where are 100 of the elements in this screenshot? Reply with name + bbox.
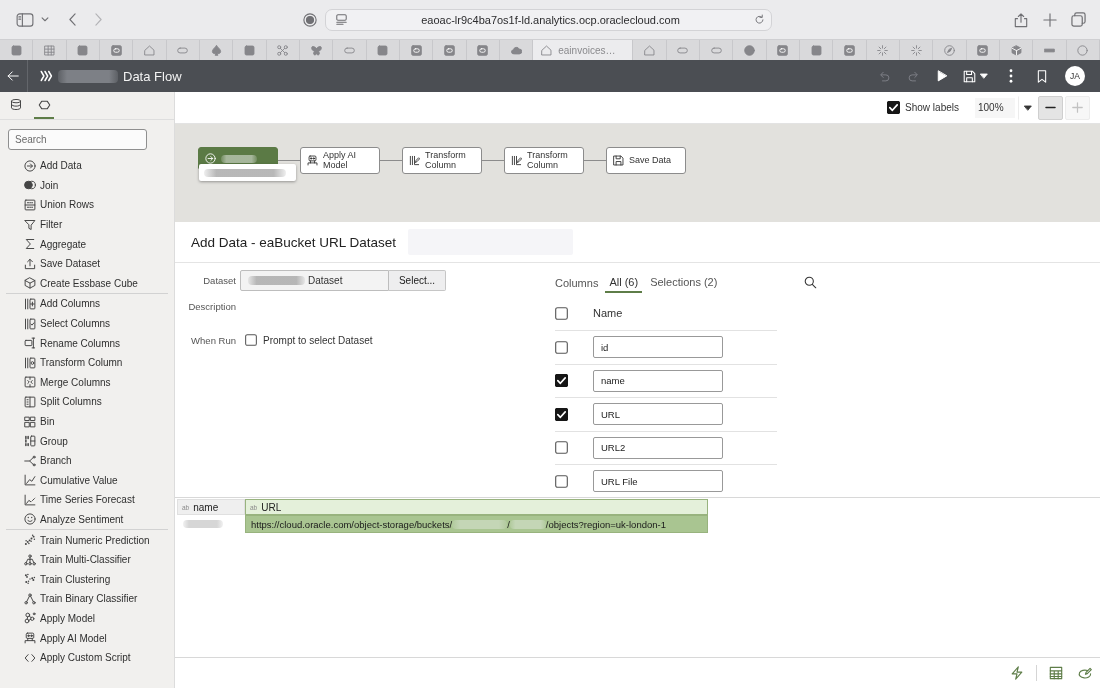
arrow-circle-icon bbox=[24, 159, 36, 172]
field-label: When Run bbox=[190, 334, 236, 346]
flow-node[interactable]: Save Data bbox=[606, 147, 686, 174]
step-item[interactable]: Transform Column bbox=[6, 352, 168, 373]
forecast-chart-icon bbox=[24, 493, 36, 506]
page-icon bbox=[336, 14, 347, 25]
blurred-text bbox=[58, 69, 118, 83]
ring-icon bbox=[1077, 44, 1089, 56]
filter-tab[interactable]: All (6) bbox=[605, 272, 643, 293]
bins-icon bbox=[24, 415, 36, 428]
rows-icon bbox=[24, 199, 36, 211]
checkbox[interactable] bbox=[555, 474, 568, 488]
zoom-field[interactable]: 100% bbox=[975, 97, 1015, 118]
address-field[interactable]: eaoac-lr9c4ba7os1f-ld.analytics.ocp.oraclecloud.com bbox=[325, 8, 772, 31]
compass-icon bbox=[943, 44, 955, 56]
step-item[interactable]: Add Columns bbox=[6, 294, 168, 314]
caret-icon[interactable] bbox=[980, 73, 988, 79]
step-item[interactable]: Save Dataset bbox=[6, 253, 168, 274]
step-item[interactable]: Select Columns bbox=[6, 313, 168, 334]
dataset-field[interactable]: Dataset bbox=[240, 270, 389, 291]
chevron-down-icon[interactable] bbox=[41, 17, 49, 22]
cube-icon bbox=[1010, 44, 1022, 56]
step-item[interactable]: Merge Columns bbox=[6, 372, 168, 393]
step-item[interactable]: Train Multi-Classifier bbox=[6, 549, 168, 570]
column-name-field[interactable]: URL bbox=[593, 403, 723, 426]
step-item[interactable]: Train Binary Classifier bbox=[6, 589, 168, 609]
checkbox[interactable] bbox=[887, 101, 901, 114]
spinner-icon bbox=[877, 44, 889, 56]
step-item[interactable]: Aggregate bbox=[6, 234, 168, 254]
scatter-icon bbox=[24, 534, 36, 547]
cube-icon bbox=[24, 277, 36, 290]
filter-tab[interactable]: Selections (2) bbox=[646, 272, 722, 293]
robot-icon bbox=[307, 155, 318, 166]
sidebar-icon[interactable] bbox=[16, 12, 34, 27]
column-name-field[interactable]: URL File bbox=[593, 470, 723, 493]
split-icon bbox=[24, 395, 36, 408]
column-name-field[interactable]: name bbox=[593, 369, 723, 392]
step-item[interactable]: Create Essbase Cube bbox=[6, 273, 168, 294]
flow-node[interactable]: Transform Column bbox=[402, 147, 482, 174]
column-name-field[interactable]: URL2 bbox=[593, 436, 723, 459]
flow-node[interactable]: Transform Column bbox=[504, 147, 584, 174]
forward-icon[interactable] bbox=[95, 13, 102, 26]
step-item[interactable]: Union Rows bbox=[6, 195, 168, 215]
checkbox[interactable] bbox=[245, 334, 257, 346]
record-icon[interactable] bbox=[303, 12, 317, 27]
cell-text: https://cloud.oracle.com/object-storage/buckets/ bbox=[251, 518, 453, 530]
back-icon[interactable] bbox=[69, 13, 76, 26]
bookmark-icon[interactable] bbox=[1037, 69, 1047, 83]
cell-text: / bbox=[507, 518, 510, 530]
robot-icon bbox=[24, 632, 36, 645]
step-item[interactable]: Apply Custom Script bbox=[6, 647, 168, 668]
field-label: Dataset bbox=[202, 275, 236, 286]
search-field[interactable]: Search bbox=[8, 129, 147, 150]
checkbox[interactable] bbox=[555, 374, 568, 388]
step-item[interactable]: Filter bbox=[6, 214, 168, 235]
step-item[interactable]: Apply AI Model bbox=[6, 628, 168, 648]
play-icon[interactable] bbox=[936, 70, 948, 82]
select-button[interactable]: Select... bbox=[389, 270, 446, 291]
step-item[interactable]: Group bbox=[6, 431, 168, 451]
step-item[interactable]: Bin bbox=[6, 411, 168, 432]
checkbox[interactable] bbox=[555, 407, 568, 421]
step-item[interactable]: Analyze Sentiment bbox=[6, 509, 168, 530]
kebab-menu-icon[interactable] bbox=[1009, 69, 1013, 83]
tree-icon bbox=[24, 553, 36, 566]
share-icon[interactable] bbox=[1014, 11, 1028, 28]
step-item[interactable]: Rename Columns bbox=[6, 333, 168, 353]
step-item[interactable]: Train Clustering bbox=[6, 569, 168, 590]
tile-icon bbox=[243, 44, 255, 56]
rename-icon bbox=[24, 337, 36, 350]
step-item[interactable]: Branch bbox=[6, 450, 168, 471]
tabs-icon[interactable] bbox=[1071, 12, 1086, 27]
checkbox[interactable] bbox=[555, 306, 568, 320]
search-icon[interactable] bbox=[804, 276, 817, 289]
step-item[interactable]: Time Series Forecast bbox=[6, 490, 168, 510]
spade-icon bbox=[210, 44, 222, 56]
database-icon bbox=[10, 98, 22, 111]
checkbox[interactable] bbox=[555, 340, 568, 354]
step-item[interactable]: Split Columns bbox=[6, 392, 168, 412]
pill-tile-icon bbox=[777, 44, 789, 56]
checkbox[interactable] bbox=[555, 441, 568, 455]
step-item[interactable]: Train Numeric Prediction bbox=[6, 530, 168, 550]
step-item[interactable]: Join bbox=[6, 175, 168, 196]
plus-icon[interactable] bbox=[1043, 12, 1057, 27]
sigma-icon bbox=[24, 238, 36, 251]
back-arrow-icon[interactable] bbox=[7, 70, 19, 82]
tile-icon bbox=[10, 44, 22, 56]
pill-pencil-icon[interactable] bbox=[1078, 666, 1092, 680]
column-name-field[interactable]: id bbox=[593, 336, 723, 359]
step-item[interactable]: Add Data bbox=[6, 156, 168, 176]
pill-tile-icon bbox=[977, 44, 989, 56]
chevrons-icon[interactable] bbox=[40, 70, 53, 82]
save-icon[interactable] bbox=[963, 69, 976, 83]
step-item[interactable]: Cumulative Value bbox=[6, 470, 168, 491]
table-icon[interactable] bbox=[1049, 666, 1063, 680]
clusters-icon bbox=[24, 573, 36, 586]
reload-icon[interactable] bbox=[754, 14, 765, 25]
step-item[interactable]: Apply Model bbox=[6, 608, 168, 629]
lightning-icon[interactable] bbox=[1010, 666, 1024, 680]
user-avatar[interactable]: JA bbox=[1065, 66, 1085, 86]
flow-node[interactable]: Apply AI Model bbox=[300, 147, 380, 174]
